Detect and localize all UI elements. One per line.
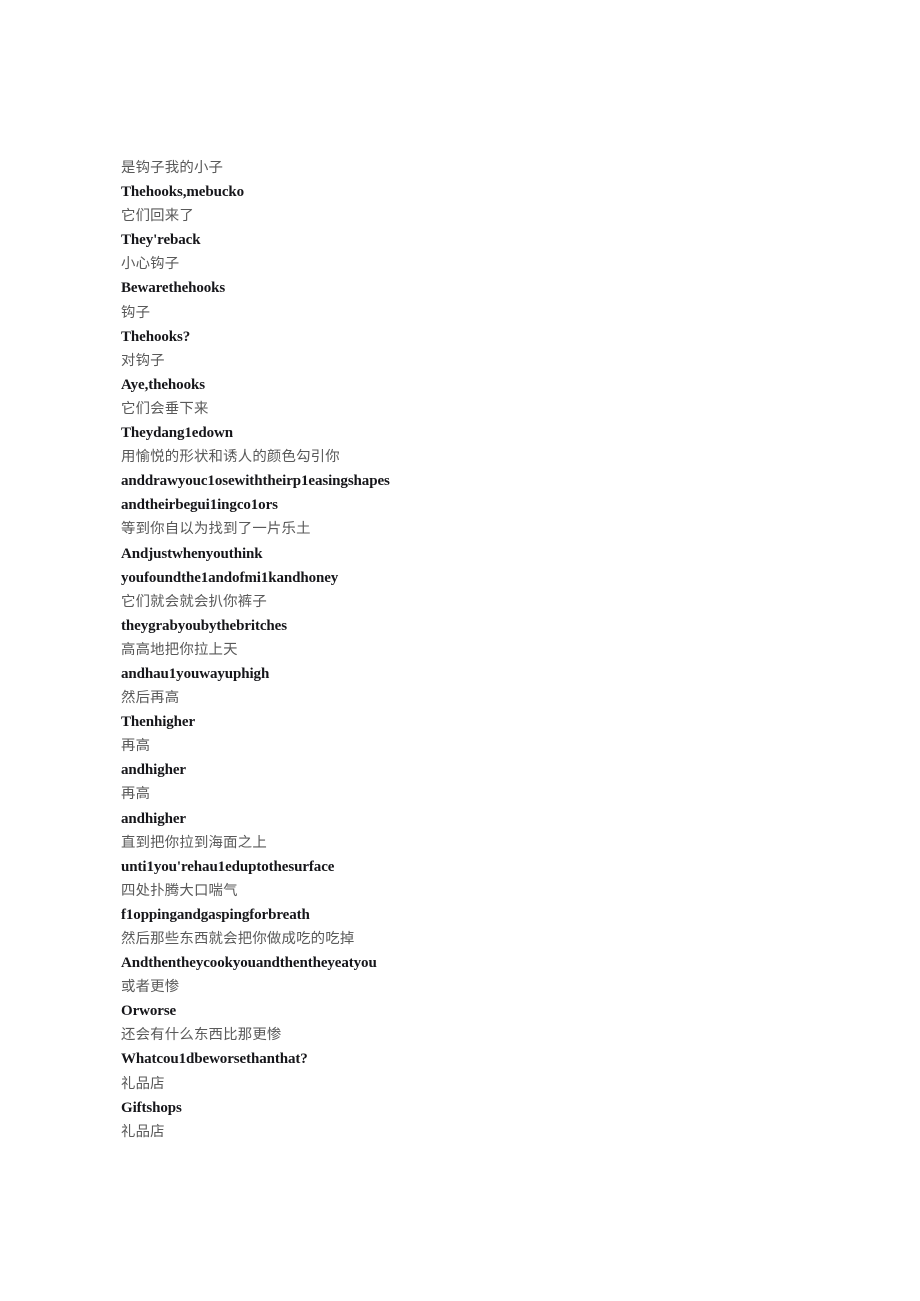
transcript-line-en: andhigher xyxy=(121,810,186,827)
document-page: 是钩子我的小子 Thehooks,mebucko 它们回来了 They'reback 小… xyxy=(0,0,920,1301)
transcript-line-en: Thehooks,mebucko xyxy=(121,184,245,201)
transcript-line-en: Andthentheycookyouandthentheyeatyou xyxy=(121,955,377,972)
transcript-line-en: theygrabyoubythebritches xyxy=(121,617,287,634)
transcript-line-zh: 礼品店 xyxy=(121,1075,165,1092)
transcript-line-en: Whatcou1dbeworsethanthat? xyxy=(121,1051,308,1068)
transcript-line-zh: 用愉悦的形状和诱人的颜色勾引你 xyxy=(121,449,340,466)
transcript-line-en: andhigher xyxy=(121,762,186,779)
transcript-line-zh: 还会有什么东西比那更惨 xyxy=(121,1027,282,1044)
transcript-line-zh: 它们回来了 xyxy=(121,208,194,225)
transcript-line-en: andhau1youwayuphigh xyxy=(121,665,270,682)
transcript-line-en: Aye,thehooks xyxy=(121,376,205,393)
transcript-line-en: They'reback xyxy=(121,232,201,249)
transcript-line-zh: 礼品店 xyxy=(121,1123,165,1140)
transcript-line-zh: 是钩子我的小子 xyxy=(121,160,224,176)
transcript-line-zh: 再高 xyxy=(121,786,151,803)
transcript-line-zh: 等到你自以为找到了一片乐土 xyxy=(121,521,311,538)
transcript-line-zh: 小心钩子 xyxy=(121,256,180,273)
transcript-line-en: f1oppingandgaspingforbreath xyxy=(121,906,310,923)
transcript-line-en: Orworse xyxy=(121,1003,177,1020)
transcript-line-en: Bewarethehooks xyxy=(121,280,226,297)
transcript-line-zh: 再高 xyxy=(121,738,151,755)
transcript-line-en: Andjustwhenyouthink xyxy=(121,545,263,562)
transcript-line-en: anddrawyouc1osewiththeirp1easingshapes xyxy=(121,473,390,490)
transcript-line-en: Thenhigher xyxy=(121,714,196,731)
transcript-line-en: youfoundthe1andofmi1kandhoney xyxy=(121,569,339,586)
transcript-line-zh: 高高地把你拉上天 xyxy=(121,641,238,658)
transcript-line-zh: 或者更惨 xyxy=(121,979,180,996)
transcript-line-zh: 然后再高 xyxy=(121,690,180,707)
transcript-line-zh: 钩子 xyxy=(121,304,151,321)
transcript-line-zh: 然后那些东西就会把你做成吃的吃掉 xyxy=(121,931,355,947)
transcript-line-en: unti1you'rehau1eduptothesurface xyxy=(121,858,335,875)
transcript-line-zh: 它们就会就会扒你裤子 xyxy=(121,593,267,610)
transcript-line-zh: 直到把你拉到海面之上 xyxy=(121,834,267,851)
transcript-line-en: Giftshops xyxy=(121,1099,182,1116)
transcript-line-zh: 对钩子 xyxy=(121,352,165,369)
transcript-line-zh: 它们会垂下来 xyxy=(121,400,209,417)
transcript-line-en: andtheirbegui1ingco1ors xyxy=(121,497,278,514)
transcript-line-zh: 四处扑腾大口喘气 xyxy=(121,882,238,899)
bilingual-transcript-body: 是钩子我的小子 Thehooks,mebucko 它们回来了 They'reback 小… xyxy=(121,156,861,1144)
transcript-line-en: Theydang1edown xyxy=(121,425,233,442)
transcript-line-en: Thehooks? xyxy=(121,328,191,345)
